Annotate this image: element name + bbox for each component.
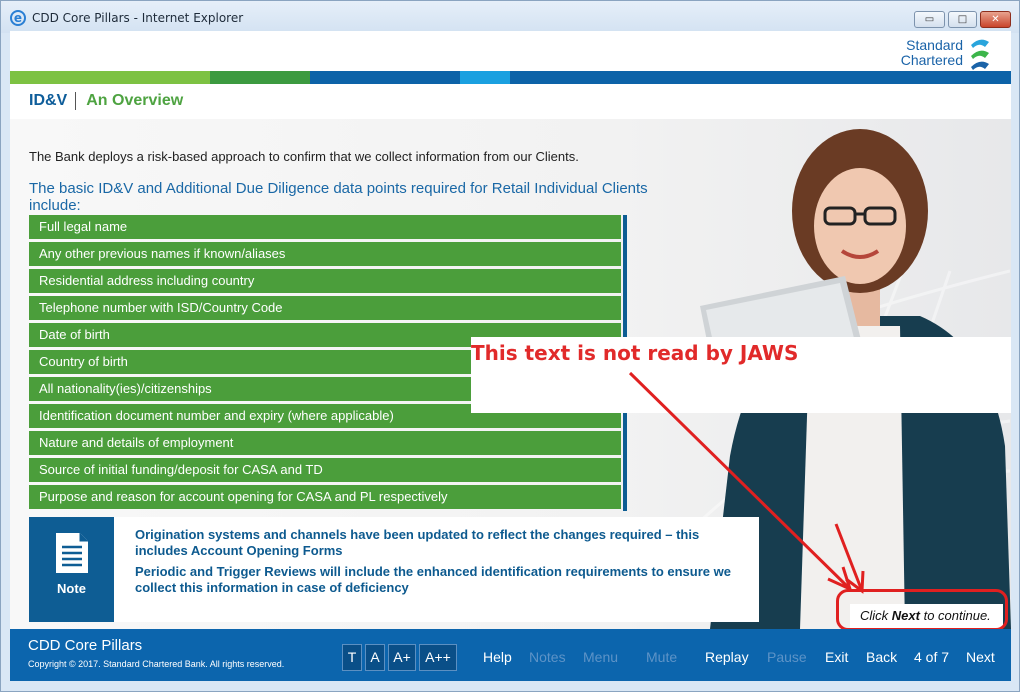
- section-label: ID&V: [29, 92, 77, 110]
- replay-button[interactable]: Replay: [705, 649, 749, 665]
- window-title: CDD Core Pillars - Internet Explorer: [32, 11, 244, 25]
- annotation-highlight: [836, 589, 1008, 631]
- note-paragraph-2: Periodic and Trigger Reviews will includ…: [135, 564, 731, 595]
- page-counter: 4 of 7: [914, 649, 950, 665]
- list-item: Source of initial funding/deposit for CA…: [29, 458, 621, 482]
- brand-color-bar: [10, 71, 1011, 84]
- maximize-button[interactable]: □: [948, 11, 977, 28]
- list-item: Any other previous names if known/aliase…: [29, 242, 621, 266]
- mute-button[interactable]: Mute: [646, 649, 677, 665]
- note-paragraph-1: Origination systems and channels have be…: [135, 527, 700, 558]
- pause-button[interactable]: Pause: [767, 649, 807, 665]
- standard-chartered-logo: Standard Chartered: [881, 36, 1001, 72]
- browser-window: e CDD Core Pillars - Internet Explorer ▭…: [0, 0, 1020, 692]
- logo-line2: Chartered: [900, 52, 963, 68]
- list-item: Residential address including country: [29, 269, 621, 293]
- notes-button[interactable]: Notes: [529, 649, 566, 665]
- text-size-t-button[interactable]: T: [342, 644, 362, 671]
- page-heading: ID&V An Overview: [29, 91, 183, 111]
- course-page: Standard Chartered ID&V An Overview The …: [10, 31, 1011, 681]
- list-item: Purpose and reason for account opening f…: [29, 485, 621, 509]
- close-button[interactable]: ✕: [980, 11, 1011, 28]
- document-icon: [56, 533, 88, 573]
- lead-text: The basic ID&V and Additional Due Dilige…: [29, 180, 648, 214]
- text-size-a-plus-button[interactable]: A+: [388, 644, 416, 671]
- text-size-a-button[interactable]: A: [365, 644, 385, 671]
- menu-button[interactable]: Menu: [583, 649, 618, 665]
- note-label: Note: [57, 581, 86, 596]
- list-item: Full legal name: [29, 215, 621, 239]
- next-button[interactable]: Next: [966, 649, 995, 665]
- exit-button[interactable]: Exit: [825, 649, 848, 665]
- list-item: Telephone number with ISD/Country Code: [29, 296, 621, 320]
- course-footer: CDD Core Pillars Copyright © 2017. Stand…: [10, 629, 1011, 681]
- text-size-a-plus-plus-button[interactable]: A++: [419, 644, 457, 671]
- list-item: Nature and details of employment: [29, 431, 621, 455]
- course-title: CDD Core Pillars: [28, 637, 143, 654]
- internet-explorer-icon: e: [10, 10, 26, 26]
- back-button[interactable]: Back: [866, 649, 897, 665]
- intro-text: The Bank deploys a risk-based approach t…: [29, 149, 579, 164]
- logo-mark-icon: [971, 39, 989, 70]
- title-bar: e CDD Core Pillars - Internet Explorer ▭…: [1, 1, 1019, 33]
- help-button[interactable]: Help: [483, 649, 512, 665]
- note-panel: Note: [29, 517, 114, 622]
- page-title: An Overview: [86, 92, 184, 109]
- jaws-annotation: This text is not read by JAWS: [471, 341, 799, 365]
- minimize-button[interactable]: ▭: [914, 11, 945, 28]
- logo-line1: Standard: [906, 37, 963, 53]
- copyright: Copyright © 2017. Standard Chartered Ban…: [28, 659, 285, 669]
